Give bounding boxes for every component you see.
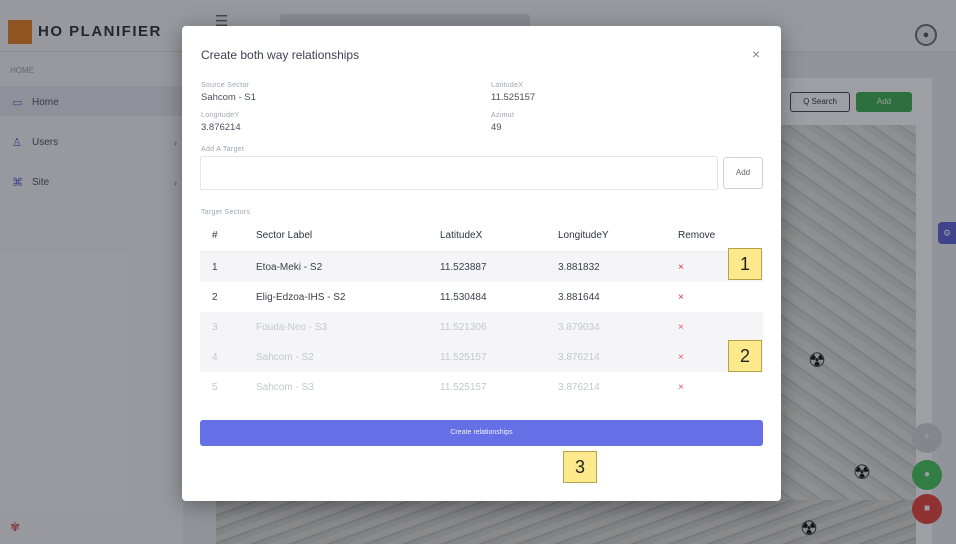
- row-longitude: 3.881644: [558, 291, 600, 303]
- row-sector-label: Fouda-Neo - S3: [256, 321, 328, 333]
- row-sector-label: Etoa-Meki - S2: [256, 261, 323, 273]
- row-number: 2: [212, 291, 218, 303]
- table-row: 2 Elig-Edzoa-IHS - S2 11.530484 3.881644…: [200, 282, 763, 312]
- table-row: 1 Etoa-Meki - S2 11.523887 3.881832 ×: [200, 252, 763, 282]
- table-row: 5 Sahcom - S3 11.525157 3.876214 ×: [200, 372, 763, 402]
- source-longitude-value: 3.876214: [201, 122, 241, 133]
- add-target-input[interactable]: [200, 156, 718, 190]
- row-remove-cell: ×: [678, 372, 684, 402]
- annotation-badge-2: 2: [728, 340, 762, 372]
- annotation-badge-3: 3: [563, 451, 597, 483]
- row-number: 3: [212, 321, 218, 333]
- remove-icon[interactable]: ×: [678, 352, 684, 363]
- modal-title: Create both way relationships: [201, 48, 360, 62]
- row-number: 1: [212, 261, 218, 273]
- row-longitude: 3.879034: [558, 321, 600, 333]
- source-latitude-label: LatitudeX: [491, 82, 524, 89]
- header-latitude: LatitudeX: [440, 230, 483, 241]
- remove-icon[interactable]: ×: [678, 322, 684, 333]
- relationships-modal: Create both way relationships × Source S…: [182, 26, 781, 501]
- row-remove-cell: ×: [678, 342, 684, 372]
- table-row: 3 Fouda-Neo - S3 11.521306 3.879034 ×: [200, 312, 763, 342]
- row-latitude: 11.521306: [440, 321, 487, 333]
- target-sectors-table: # Sector Label LatitudeX LongitudeY Remo…: [200, 220, 763, 402]
- close-icon[interactable]: ×: [752, 46, 760, 62]
- source-longitude-label: LongitudeY: [201, 112, 240, 119]
- row-sector-label: Sahcom - S2: [256, 351, 314, 363]
- header-longitude: LongitudeY: [558, 230, 609, 241]
- row-remove-cell: ×: [678, 282, 684, 312]
- add-target-button[interactable]: Add: [723, 157, 763, 189]
- source-azimut-label: Azimut: [491, 112, 515, 119]
- row-longitude: 3.876214: [558, 381, 600, 393]
- remove-icon[interactable]: ×: [678, 262, 684, 273]
- row-longitude: 3.881832: [558, 261, 600, 273]
- create-relationships-button[interactable]: Create relationships: [200, 420, 763, 446]
- row-sector-label: Elig-Edzoa-IHS - S2: [256, 291, 346, 303]
- row-number: 4: [212, 351, 218, 363]
- remove-icon[interactable]: ×: [678, 292, 684, 303]
- header-remove: Remove: [678, 230, 716, 241]
- table-row: 4 Sahcom - S2 11.525157 3.876214 ×: [200, 342, 763, 372]
- table-header: # Sector Label LatitudeX LongitudeY Remo…: [200, 220, 763, 252]
- annotation-badge-1: 1: [728, 248, 762, 280]
- header-number: #: [212, 230, 218, 241]
- row-remove-cell: ×: [678, 312, 684, 342]
- target-sectors-caption: Target Sectors: [201, 209, 251, 216]
- source-azimut-value: 49: [491, 122, 502, 133]
- row-remove-cell: ×: [678, 252, 684, 282]
- source-sector-label: Source Sector: [201, 82, 250, 89]
- row-latitude: 11.525157: [440, 351, 487, 363]
- row-sector-label: Sahcom - S3: [256, 381, 314, 393]
- header-sector-label: Sector Label: [256, 230, 313, 241]
- add-target-label: Add A Target: [201, 146, 245, 153]
- source-latitude-value: 11.525157: [491, 92, 536, 103]
- row-latitude: 11.525157: [440, 381, 487, 393]
- source-sector-value: Sahcom - S1: [201, 92, 256, 103]
- row-number: 5: [212, 381, 218, 393]
- row-longitude: 3.876214: [558, 351, 600, 363]
- row-latitude: 11.523887: [440, 261, 487, 273]
- remove-icon[interactable]: ×: [678, 382, 684, 393]
- row-latitude: 11.530484: [440, 291, 487, 303]
